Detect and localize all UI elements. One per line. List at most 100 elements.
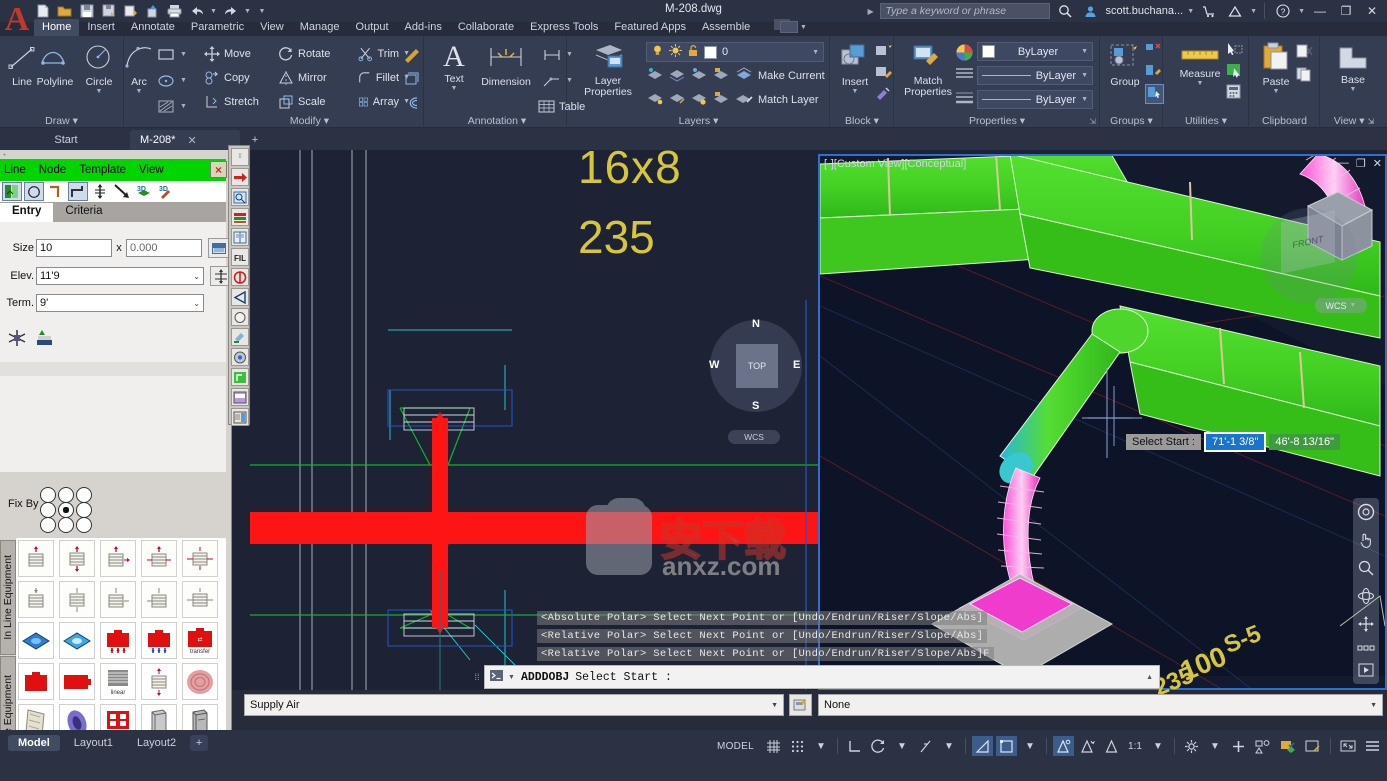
panel-view-icon[interactable] (231, 388, 249, 406)
ribbon-tab-assemble[interactable]: Assemble (694, 19, 758, 36)
text-dropdown-icon[interactable]: ▼ (432, 85, 476, 92)
offset-icon[interactable] (68, 182, 88, 201)
view-cube-south[interactable]: S (752, 400, 759, 412)
arc-tool[interactable]: Arc ▼ (119, 42, 159, 95)
fixby-cell-tr[interactable] (76, 487, 92, 503)
autodesk-icon[interactable] (1224, 2, 1246, 20)
ungroup-icon[interactable] (1145, 42, 1164, 60)
paste-dropdown-icon[interactable]: ▼ (1254, 88, 1298, 95)
match-layer-label[interactable]: Match Layer (758, 94, 819, 106)
pan-icon[interactable] (1356, 528, 1376, 552)
workspace-dropdown-icon[interactable]: ▼ (1205, 736, 1225, 756)
layer-combo-dropdown-icon[interactable]: ▼ (1370, 702, 1377, 709)
search-input[interactable]: Type a keyword or phrase (880, 3, 1050, 19)
viewport-3d[interactable]: [-][Custom View][Conceptual] — ❐ ✕ FRONT… (818, 154, 1387, 690)
3d-array-icon[interactable] (400, 68, 424, 89)
minimize-button[interactable]: — (1309, 2, 1331, 20)
fixby-cell-ml[interactable] (40, 502, 56, 518)
panel-title-draw[interactable]: Draw ▾ (0, 115, 123, 127)
fixby-cell-bl[interactable] (40, 517, 56, 533)
hardware-acceleration-icon[interactable] (1277, 736, 1299, 756)
list-item[interactable] (182, 663, 218, 700)
rotate-tool[interactable]: Rotate (276, 43, 352, 64)
dimension-tool[interactable]: Dimension (474, 42, 538, 88)
ribbon-tab-collaborate[interactable]: Collaborate (450, 19, 522, 36)
ribbon-tab-parametric[interactable]: Parametric (183, 19, 252, 36)
3d-edit-icon[interactable]: 3D (156, 182, 176, 201)
model-space-toggle[interactable]: MODEL (711, 736, 760, 756)
linetype-control-dropdown[interactable]: ByLayer ▼ (977, 66, 1093, 85)
search-expand-icon[interactable]: ▶ (866, 7, 876, 16)
hatch-dropdown-icon[interactable]: ▼ (180, 103, 187, 110)
autodesk-dropdown-icon[interactable]: ▼ (1250, 8, 1257, 15)
measure-tool[interactable]: Measure ▼ (1172, 46, 1228, 87)
polyline-tool[interactable]: Polyline (33, 44, 77, 88)
list-item[interactable] (141, 663, 177, 700)
ribbon-tab-annotate[interactable]: Annotate (123, 19, 183, 36)
hatch-tool[interactable]: ▼ (155, 96, 189, 117)
paste-tool[interactable]: Paste ▼ (1254, 42, 1298, 95)
list-item[interactable]: ⇄transfer (182, 622, 218, 659)
copy-clip-icon[interactable] (1296, 67, 1313, 85)
object-snap-tracking-icon[interactable] (915, 736, 936, 756)
layout-tab-layout1[interactable]: Layout1 (64, 735, 123, 751)
create-block-icon[interactable] (875, 42, 892, 60)
arrow-left-icon[interactable] (231, 288, 249, 306)
render-icon[interactable] (231, 348, 249, 366)
layer-control-dropdown[interactable]: 0 ▼ (646, 42, 824, 62)
block-attributes-icon[interactable] (875, 86, 892, 104)
dynamic-input-y[interactable]: 46'-8 13/16" (1269, 434, 1340, 450)
ortho-mode-icon[interactable] (844, 736, 865, 756)
user-icon[interactable] (1080, 2, 1102, 20)
palette-close-button[interactable]: × (210, 161, 227, 178)
osnap-track-dropdown-icon[interactable]: ▼ (939, 736, 959, 756)
layer-combo[interactable]: None ▼ (818, 694, 1383, 716)
size-table-button[interactable] (208, 238, 230, 258)
linetype-dropdown-icon[interactable]: ▼ (1081, 72, 1088, 79)
cut-icon[interactable] (1296, 44, 1313, 62)
slope-icon[interactable] (112, 182, 132, 201)
fixby-cell-mr[interactable] (76, 502, 92, 518)
elev-combo[interactable]: 11'9 ⌄ (36, 267, 204, 285)
ribbon-tab-output[interactable]: Output (348, 19, 397, 36)
scale-dropdown-icon[interactable]: ▼ (1148, 736, 1168, 756)
layout-tab-add-button[interactable]: + (190, 735, 208, 751)
dynamic-input-x[interactable]: 71'-1 3/8" (1204, 432, 1266, 452)
list-item[interactable] (141, 540, 177, 577)
duct-route-icon[interactable] (2, 182, 22, 201)
category-tab-inline-equipment[interactable]: In Line Equipment (0, 540, 16, 655)
term-combo[interactable]: 9' ⌄ (36, 294, 204, 312)
view-cube-north[interactable]: N (752, 318, 760, 330)
ribbon-tab-view[interactable]: View (252, 19, 292, 36)
properties-dialog-launcher[interactable]: ⇲ (1089, 117, 1096, 126)
osnap-dropdown-icon[interactable]: ▼ (1020, 736, 1040, 756)
orbit-icon[interactable] (1356, 584, 1376, 608)
command-prompt-icon[interactable] (489, 669, 504, 685)
dynamic-input-tooltip[interactable]: Select Start : 71'-1 3/8" 46'-8 13/16" (1126, 432, 1340, 452)
layer-merge-icon[interactable] (668, 90, 686, 109)
ribbon-tab-insert[interactable]: Insert (79, 19, 123, 36)
grip-icon[interactable]: ⁞⁞ (231, 148, 249, 166)
panel-title-groups[interactable]: Groups ▾ (1101, 115, 1162, 127)
view-cube[interactable]: TOP N S E W (710, 320, 802, 412)
base-view-tool[interactable]: Base ▼ (1331, 46, 1375, 93)
quick-select-icon[interactable] (1226, 42, 1243, 60)
wcs-button[interactable]: WCS (728, 430, 780, 444)
circle-dropdown-icon[interactable]: ▼ (77, 88, 121, 95)
viewport-close-icon[interactable]: ✕ (1373, 157, 1382, 170)
plan-view-icon[interactable] (231, 368, 249, 386)
group-tool[interactable]: Group (1103, 42, 1147, 88)
layer-isolate-icon[interactable] (646, 66, 664, 85)
base-dropdown-icon[interactable]: ▼ (1331, 86, 1375, 93)
dynamic-ucs-icon[interactable] (972, 736, 993, 756)
list-item[interactable] (100, 622, 136, 659)
view-cube-east[interactable]: E (793, 359, 800, 371)
group-selection-icon[interactable] (1145, 84, 1164, 104)
annotation-scale-lock-icon[interactable] (1101, 736, 1122, 756)
ellipse-tool[interactable]: ▼ (155, 70, 189, 91)
layer-lock-tool-icon[interactable] (712, 66, 730, 85)
layer-freeze-icon[interactable] (669, 44, 682, 60)
workspace-switching-icon[interactable] (1181, 736, 1202, 756)
match-properties-tool[interactable]: Match Properties (899, 42, 957, 98)
match-layer-icon[interactable] (734, 90, 754, 109)
